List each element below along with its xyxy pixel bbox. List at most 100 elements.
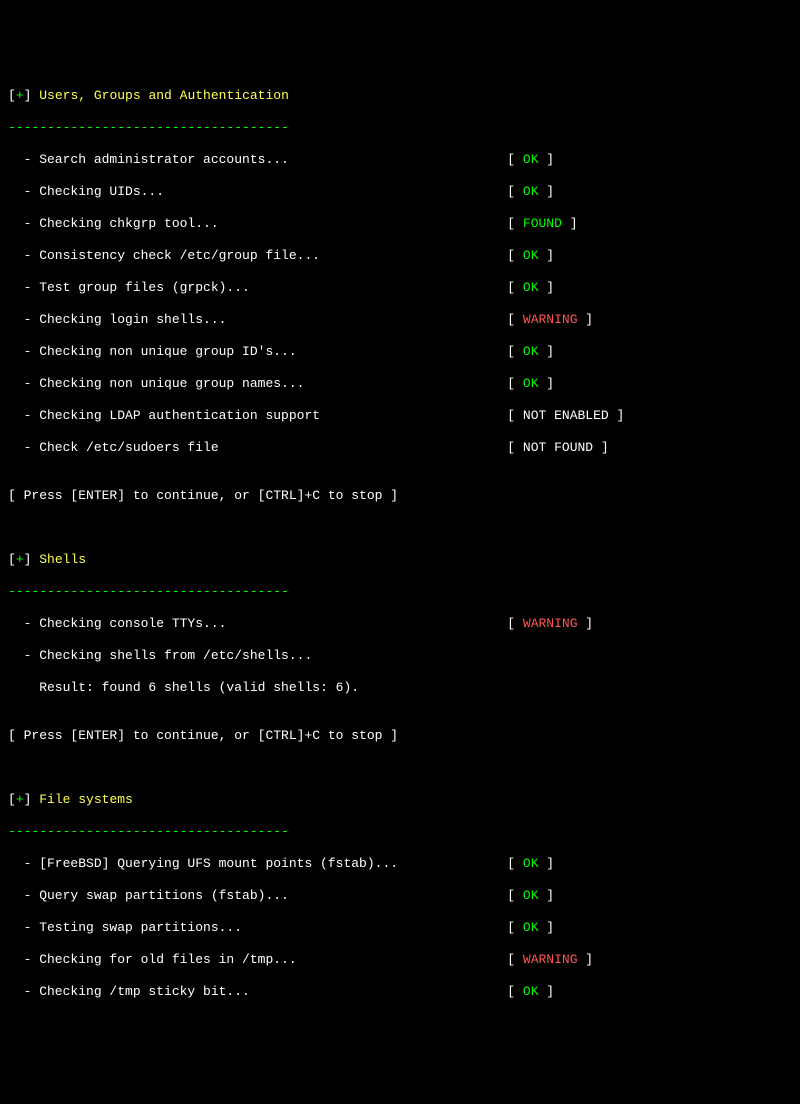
status-value: OK (523, 280, 539, 295)
check-label: - Consistency check /etc/group file... (8, 248, 507, 263)
status-value: WARNING (523, 312, 578, 327)
check-label: - Checking console TTYs... (8, 616, 507, 631)
check-label: - Checking UIDs... (8, 184, 507, 199)
status-value: OK (523, 248, 539, 263)
divider-dashes: ------------------------------------ (8, 824, 289, 839)
check-label: - Test group files (grpck)... (8, 280, 507, 295)
status-bracket-close: ] (578, 616, 594, 631)
check-item: - Checking UIDs... [ OK ] (8, 184, 792, 200)
status-bracket-close: ] (539, 280, 555, 295)
section-bracket-open: [ (8, 552, 16, 567)
check-item: - Test group files (grpck)... [ OK ] (8, 280, 792, 296)
check-label: - Checking non unique group names... (8, 376, 507, 391)
status-value: OK (523, 376, 539, 391)
status-value: OK (523, 888, 539, 903)
status-bracket-open: [ (507, 440, 523, 455)
check-label: - Checking for old files in /tmp... (8, 952, 507, 967)
divider-dashes: ------------------------------------ (8, 584, 289, 599)
status-bracket-open: [ (507, 920, 523, 935)
check-item: - Testing swap partitions... [ OK ] (8, 920, 792, 936)
status-value: OK (523, 344, 539, 359)
section-divider: ------------------------------------ (8, 584, 792, 600)
section-bracket-open: [ (8, 88, 16, 103)
check-label: - [FreeBSD] Querying UFS mount points (f… (8, 856, 507, 871)
status-bracket-open: [ (507, 216, 523, 231)
section-plus-icon: + (16, 88, 24, 103)
result-line: Result: found 6 shells (valid shells: 6)… (8, 680, 792, 696)
status-value: WARNING (523, 952, 578, 967)
check-item: - Consistency check /etc/group file... [… (8, 248, 792, 264)
status-bracket-open: [ (507, 312, 523, 327)
check-label: - Search administrator accounts... (8, 152, 507, 167)
status-bracket-close: ] (539, 920, 555, 935)
status-bracket-open: [ (507, 152, 523, 167)
status-bracket-open: [ (507, 280, 523, 295)
check-item: - Checking login shells... [ WARNING ] (8, 312, 792, 328)
status-bracket-close: ] (539, 344, 555, 359)
continue-prompt[interactable]: [ Press [ENTER] to continue, or [CTRL]+C… (8, 728, 792, 744)
status-bracket-close: ] (539, 888, 555, 903)
check-label: - Query swap partitions (fstab)... (8, 888, 507, 903)
status-bracket-close: ] (609, 408, 625, 423)
section-title: Users, Groups and Authentication (39, 88, 289, 103)
status-bracket-close: ] (593, 440, 609, 455)
check-item: - Checking non unique group ID's... [ OK… (8, 344, 792, 360)
status-bracket-open: [ (507, 248, 523, 263)
status-value: FOUND (523, 216, 562, 231)
check-item: - Check /etc/sudoers file [ NOT FOUND ] (8, 440, 792, 456)
status-bracket-open: [ (507, 376, 523, 391)
check-item: - Checking shells from /etc/shells... (8, 648, 792, 664)
check-label: - Checking /tmp sticky bit... (8, 984, 507, 999)
section-plus-icon: + (16, 792, 24, 807)
status-value: OK (523, 152, 539, 167)
status-bracket-close: ] (539, 184, 555, 199)
status-bracket-close: ] (539, 376, 555, 391)
divider-dashes: ------------------------------------ (8, 120, 289, 135)
status-bracket-close: ] (539, 248, 555, 263)
status-bracket-close: ] (539, 984, 555, 999)
status-bracket-open: [ (507, 952, 523, 967)
status-value: OK (523, 184, 539, 199)
status-bracket-open: [ (507, 984, 523, 999)
check-item: - Query swap partitions (fstab)... [ OK … (8, 888, 792, 904)
check-label: - Checking non unique group ID's... (8, 344, 507, 359)
check-item: - Checking chkgrp tool... [ FOUND ] (8, 216, 792, 232)
check-item: - Checking LDAP authentication support [… (8, 408, 792, 424)
status-bracket-open: [ (507, 408, 523, 423)
status-value: NOT FOUND (523, 440, 593, 455)
status-value: OK (523, 984, 539, 999)
status-bracket-close: ] (562, 216, 578, 231)
section-title: File systems (39, 792, 133, 807)
check-item: - Search administrator accounts... [ OK … (8, 152, 792, 168)
check-label: - Checking login shells... (8, 312, 507, 327)
section-bracket-close: ] (24, 88, 40, 103)
check-label: - Check /etc/sudoers file (8, 440, 507, 455)
status-bracket-open: [ (507, 616, 523, 631)
status-value: OK (523, 920, 539, 935)
section-header: [+] File systems (8, 792, 792, 808)
section-bracket-open: [ (8, 792, 16, 807)
section-bracket-close: ] (24, 792, 40, 807)
status-bracket-close: ] (539, 152, 555, 167)
status-bracket-close: ] (578, 952, 594, 967)
section-divider: ------------------------------------ (8, 824, 792, 840)
section-divider: ------------------------------------ (8, 120, 792, 136)
continue-prompt[interactable]: [ Press [ENTER] to continue, or [CTRL]+C… (8, 488, 792, 504)
status-bracket-open: [ (507, 184, 523, 199)
status-bracket-open: [ (507, 888, 523, 903)
check-item: - Checking console TTYs... [ WARNING ] (8, 616, 792, 632)
section-title: Shells (39, 552, 86, 567)
status-value: NOT ENABLED (523, 408, 609, 423)
section-header: [+] Shells (8, 552, 792, 568)
check-label: - Checking shells from /etc/shells... (8, 648, 507, 663)
status-value: WARNING (523, 616, 578, 631)
check-label: - Testing swap partitions... (8, 920, 507, 935)
status-bracket-close: ] (539, 856, 555, 871)
check-item: - [FreeBSD] Querying UFS mount points (f… (8, 856, 792, 872)
status-value: OK (523, 856, 539, 871)
check-item: - Checking for old files in /tmp... [ WA… (8, 952, 792, 968)
check-item: - Checking non unique group names... [ O… (8, 376, 792, 392)
status-bracket-open: [ (507, 344, 523, 359)
status-bracket-close: ] (578, 312, 594, 327)
check-label: - Checking chkgrp tool... (8, 216, 507, 231)
